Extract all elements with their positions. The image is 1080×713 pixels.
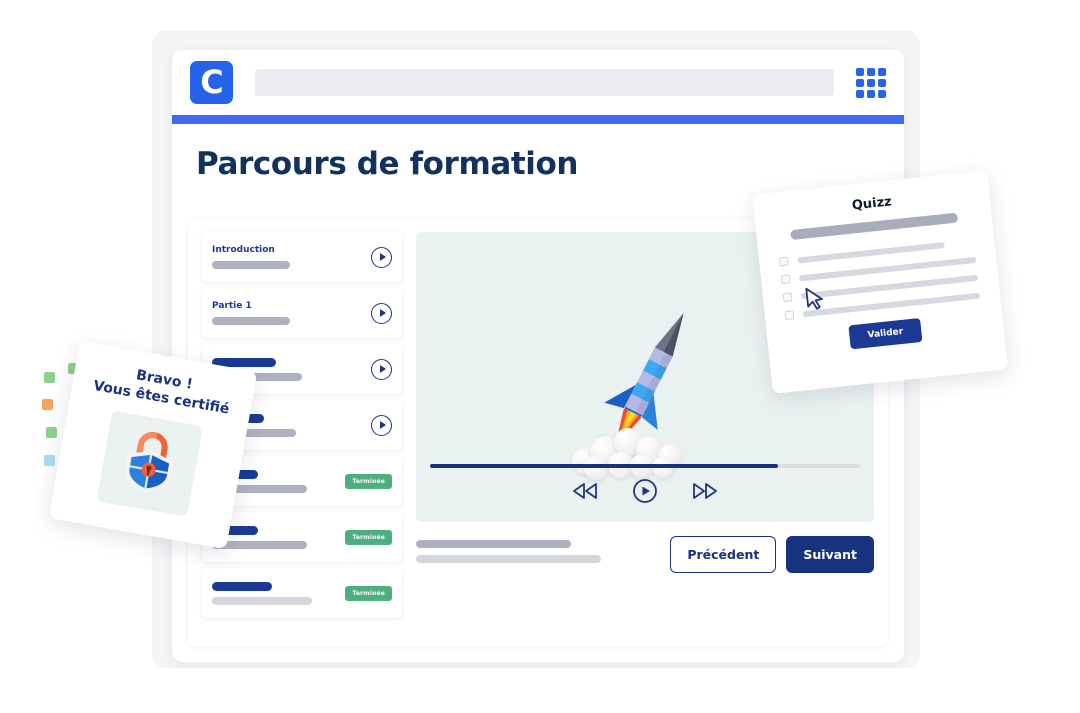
page-title: Parcours de formation: [196, 146, 579, 182]
progress-bar-fill: [430, 464, 779, 468]
apps-grid-icon[interactable]: [856, 67, 886, 98]
play-icon[interactable]: [371, 414, 392, 436]
checkbox-icon[interactable]: [784, 310, 795, 321]
lesson-texts: [212, 581, 345, 605]
certificate-badge-frame: [96, 410, 203, 518]
lesson-title: Partie 1: [212, 301, 252, 311]
fast-forward-icon[interactable]: [691, 481, 719, 501]
header-accent-bar: [172, 115, 904, 124]
lesson-texts: [212, 525, 345, 549]
logo-letter: C: [200, 62, 224, 101]
nav-buttons: Précédent Suivant: [670, 536, 874, 573]
apps-grid-dot: [856, 89, 864, 98]
app-header: C: [172, 50, 904, 115]
description-placeholder: [416, 536, 611, 570]
status-badge: Terminée: [345, 585, 392, 601]
status-badge: Terminée: [345, 473, 392, 489]
apps-grid-dot: [856, 67, 864, 76]
lesson-title: Introduction: [212, 245, 275, 255]
list-item[interactable]: Terminée: [202, 568, 402, 618]
apps-grid-dot: [867, 67, 875, 76]
shield-lock-badge: [113, 423, 186, 504]
mouse-cursor-icon: [804, 286, 827, 317]
course-footer: Précédent Suivant: [416, 536, 874, 573]
apps-grid-dot: [867, 89, 875, 98]
cloud-puffs: [566, 422, 716, 482]
apps-grid-dot: [867, 78, 875, 87]
status-badge: Terminée: [345, 529, 392, 545]
apps-grid-dot: [878, 78, 886, 87]
lesson-placeholder-bar: [212, 596, 312, 605]
apps-grid-dot: [856, 78, 864, 87]
validate-button[interactable]: Valider: [848, 318, 923, 350]
quiz-card[interactable]: Quizz Valider: [752, 170, 1008, 394]
play-icon[interactable]: [371, 302, 392, 324]
play-icon[interactable]: [632, 478, 658, 504]
lesson-title-placeholder: [212, 581, 272, 591]
player-controls: [416, 478, 874, 504]
progress-bar-track[interactable]: [430, 464, 860, 468]
search-input[interactable]: [255, 69, 834, 96]
rewind-icon[interactable]: [571, 481, 599, 501]
list-item[interactable]: Partie 1: [202, 288, 402, 338]
previous-button[interactable]: Précédent: [670, 536, 777, 573]
lesson-placeholder-bar: [212, 317, 290, 325]
screenshot-root: C Parcours de formation Introduction Par…: [0, 0, 1080, 713]
play-icon[interactable]: [371, 358, 392, 380]
checkbox-icon[interactable]: [780, 274, 791, 285]
apps-grid-dot: [878, 89, 886, 98]
certificate-card[interactable]: Bravo ! Vous êtes certifié: [48, 340, 258, 550]
lesson-texts: Partie 1: [212, 301, 371, 325]
lesson-texts: Introduction: [212, 245, 371, 269]
coorpacademy-logo[interactable]: C: [190, 61, 233, 104]
checkbox-icon[interactable]: [778, 256, 789, 267]
next-button[interactable]: Suivant: [786, 536, 874, 573]
apps-grid-dot: [878, 67, 886, 76]
play-icon[interactable]: [371, 246, 392, 268]
description-bar: [416, 555, 601, 563]
lesson-placeholder-bar: [212, 261, 290, 269]
description-bar: [416, 540, 571, 548]
list-item[interactable]: Terminée: [202, 512, 402, 562]
checkbox-icon[interactable]: [782, 292, 793, 303]
list-item[interactable]: Introduction: [202, 232, 402, 282]
